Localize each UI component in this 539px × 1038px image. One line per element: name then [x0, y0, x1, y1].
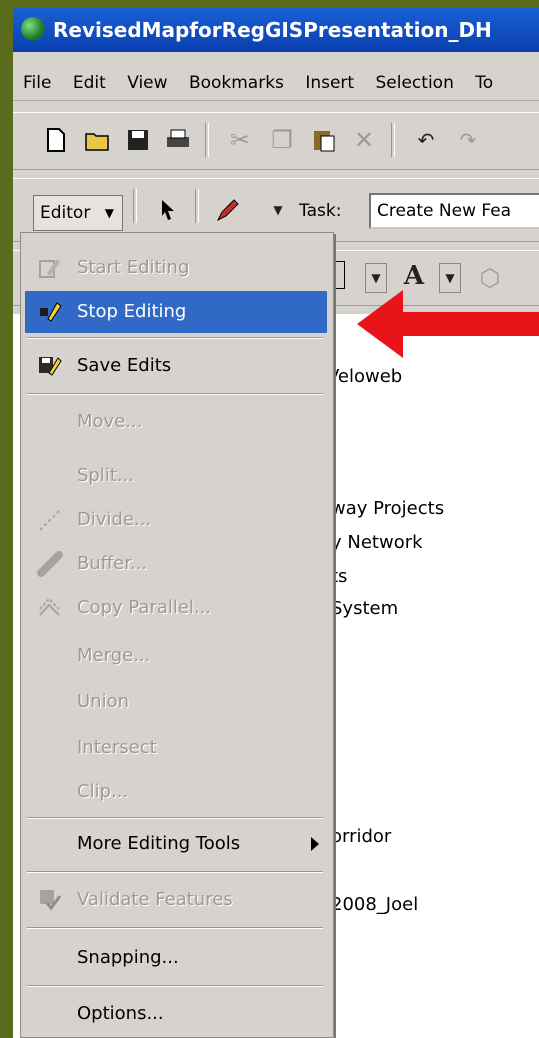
toc-layer[interactable]: orridor: [331, 826, 391, 847]
menu-item-clip[interactable]: Clip...: [25, 771, 327, 813]
menu-item-split[interactable]: Split...: [25, 455, 327, 497]
menu-separator: [27, 927, 323, 929]
editor-dropdown-menu: Start Editing Stop Editing Save Edits Mo…: [20, 232, 334, 1038]
menu-file[interactable]: File: [23, 73, 51, 93]
menu-item-intersect[interactable]: Intersect: [25, 727, 327, 769]
toolbar-separator: [391, 123, 395, 157]
menu-edit[interactable]: Edit: [73, 73, 106, 93]
window-title: RevisedMapforRegGISPresentation_DH: [53, 18, 492, 42]
toc-layer[interactable]: System: [331, 598, 398, 619]
menu-separator: [27, 393, 323, 395]
cut-icon[interactable]: ✂: [225, 125, 255, 155]
sketch-pencil-icon[interactable]: [213, 195, 243, 225]
title-bar: RevisedMapforRegGISPresentation_DH: [13, 8, 539, 52]
start-editing-icon: [39, 259, 60, 278]
copy-parallel-icon: [39, 597, 60, 616]
menu-item-divide[interactable]: Divide...: [25, 499, 327, 541]
menu-separator: [27, 817, 323, 819]
task-label: Task:: [299, 201, 342, 221]
menu-item-stop-editing[interactable]: Stop Editing: [25, 291, 327, 333]
chevron-down-icon[interactable]: ▼: [263, 195, 293, 225]
menu-item-more-editing-tools[interactable]: More Editing Tools: [25, 823, 327, 865]
menu-item-start-editing[interactable]: Start Editing: [25, 247, 327, 289]
arcmap-globe-icon: [21, 17, 45, 41]
print-icon[interactable]: [163, 125, 193, 155]
menu-item-snapping[interactable]: Snapping...: [25, 937, 327, 979]
menu-item-save-edits[interactable]: Save Edits: [25, 345, 327, 387]
menu-separator: [27, 871, 323, 873]
menu-view[interactable]: View: [127, 73, 167, 93]
text-tool-icon[interactable]: A: [399, 261, 429, 291]
red-annotation-arrow-icon: [357, 290, 539, 358]
task-select[interactable]: Create New Fea: [369, 193, 539, 229]
menu-item-validate-features[interactable]: Validate Features: [25, 879, 327, 921]
undo-icon[interactable]: ↶: [411, 125, 441, 155]
menu-separator: [27, 985, 323, 987]
open-folder-icon[interactable]: [83, 125, 113, 155]
save-edits-icon: [39, 357, 62, 376]
divide-icon: [39, 509, 61, 531]
menu-item-buffer[interactable]: Buffer...: [25, 543, 327, 585]
save-icon[interactable]: [123, 125, 153, 155]
toc-layer[interactable]: y Network: [331, 532, 423, 553]
stop-editing-icon: [40, 302, 62, 322]
toolbar-separator: [195, 189, 199, 223]
menu-item-move[interactable]: Move...: [25, 401, 327, 443]
menu-selection[interactable]: Selection: [376, 73, 454, 93]
paste-icon[interactable]: [309, 125, 339, 155]
menu-item-merge[interactable]: Merge...: [25, 635, 327, 677]
menu-item-copy-parallel[interactable]: Copy Parallel...: [25, 587, 327, 629]
menu-item-options[interactable]: Options...: [25, 993, 327, 1035]
menu-bookmarks[interactable]: Bookmarks: [189, 73, 284, 93]
toc-layer[interactable]: 2008_Joel: [331, 894, 418, 915]
chevron-right-icon: [311, 837, 319, 851]
menu-insert[interactable]: Insert: [305, 73, 354, 93]
new-document-icon[interactable]: [41, 125, 71, 155]
toc-layer[interactable]: Veloweb: [327, 366, 402, 387]
chevron-down-icon: ▼: [104, 206, 114, 220]
toolbar-separator: [133, 189, 137, 223]
editor-menu-button[interactable]: Editor ▼: [33, 195, 123, 231]
toc-layer[interactable]: way Projects: [331, 498, 444, 519]
standard-toolbar: ✂ ❐ ✕ ↶ ↷: [13, 112, 539, 170]
toolbar-separator: [205, 123, 209, 157]
validate-features-icon: [40, 890, 62, 911]
delete-icon[interactable]: ✕: [349, 125, 379, 155]
menu-item-union[interactable]: Union: [25, 681, 327, 723]
menu-tools[interactable]: To: [475, 73, 493, 93]
redo-icon[interactable]: ↷: [453, 125, 483, 155]
menu-separator: [27, 337, 323, 339]
buffer-icon: [37, 551, 63, 577]
editor-label: Editor: [40, 203, 91, 223]
copy-icon[interactable]: ❐: [267, 125, 297, 155]
menu-bar: File Edit View Bookmarks Insert Selectio…: [13, 66, 539, 101]
edit-tool-arrow-icon[interactable]: [153, 195, 183, 225]
